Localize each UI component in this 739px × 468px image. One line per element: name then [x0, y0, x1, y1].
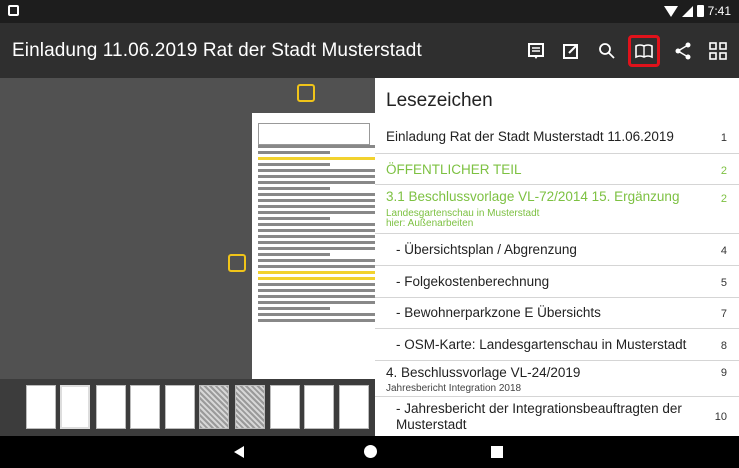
- share-icon[interactable]: [667, 35, 699, 67]
- page-thumbnail[interactable]: [304, 385, 334, 429]
- bookmark-page-number: 5: [720, 277, 727, 289]
- clock: 7:41: [707, 4, 731, 18]
- home-icon[interactable]: [364, 445, 377, 458]
- bookmark-page-number: 2: [720, 193, 727, 205]
- bookmark-page-number: 8: [720, 340, 727, 352]
- bookmark-subtitle: hier: Außenarbeiten: [386, 218, 474, 229]
- bookmark-item[interactable]: 4. Beschlussvorlage VL-24/2019 Jahresber…: [375, 361, 739, 397]
- note-annotation-icon[interactable]: [228, 254, 246, 272]
- page-thumbnail[interactable]: [96, 385, 126, 429]
- battery-icon: [696, 5, 704, 17]
- bookmark-item[interactable]: - Bewohnerparkzone E Übersichts 7: [375, 298, 739, 329]
- bookmark-item[interactable]: ÖFFENTLICHER TEIL 2: [375, 154, 739, 185]
- search-icon[interactable]: [591, 35, 623, 67]
- page-thumbnail-current[interactable]: [60, 385, 90, 429]
- bookmark-item[interactable]: - OSM-Karte: Landesgartenschau in Muster…: [375, 329, 739, 361]
- bookmark-page-number: 2: [720, 165, 727, 177]
- page-thumbnail[interactable]: [270, 385, 300, 429]
- bookmark-subtitle: Jahresbericht Integration 2018: [386, 383, 522, 394]
- bookmark-page-number: 4: [720, 245, 727, 257]
- bookmark-item[interactable]: 3.1 Beschlussvorlage VL-72/2014 15. Ergä…: [375, 185, 739, 234]
- bookmark-item[interactable]: - Jahresbericht der Integrationsbeauftra…: [375, 397, 739, 436]
- bookmark-label: - Folgekostenberechnung: [396, 274, 550, 289]
- bookmark-item[interactable]: Einladung Rat der Stadt Musterstadt 11.0…: [375, 120, 739, 154]
- bookmark-label: Einladung Rat der Stadt Musterstadt 11.0…: [386, 129, 674, 144]
- page-thumbnail[interactable]: [165, 385, 195, 429]
- grid-icon[interactable]: [702, 35, 734, 67]
- page-thumbnail[interactable]: [130, 385, 160, 429]
- page-thumbnail[interactable]: [339, 385, 369, 429]
- bookmark-item[interactable]: - Folgekostenberechnung 5: [375, 266, 739, 298]
- back-icon[interactable]: [234, 446, 244, 458]
- bookmark-item[interactable]: - Übersichtsplan / Abgrenzung 4: [375, 234, 739, 266]
- recent-apps-icon[interactable]: [491, 446, 503, 458]
- page-thumbnail-map[interactable]: [235, 385, 265, 429]
- notes-list-icon[interactable]: [520, 35, 552, 67]
- panel-title: Lesezeichen: [386, 90, 493, 111]
- page-table: [258, 123, 370, 145]
- bookmark-label: - Übersichtsplan / Abgrenzung: [396, 242, 577, 257]
- document-page: [252, 113, 375, 383]
- bookmark-page-number: 10: [714, 411, 727, 423]
- page-thumbnail-strip[interactable]: [0, 379, 375, 436]
- page-thumbnail[interactable]: [26, 385, 56, 429]
- status-icons: 7:41: [663, 4, 731, 18]
- notification-icon: [8, 5, 19, 16]
- app-bar: Einladung 11.06.2019 Rat der Stadt Muste…: [0, 23, 739, 78]
- bookmark-page-number: 1: [720, 132, 727, 144]
- system-nav-bar: [0, 436, 739, 468]
- wifi-icon: [663, 5, 678, 17]
- page-thumbnail-map[interactable]: [199, 385, 229, 429]
- bookmark-label: 4. Beschlussvorlage VL-24/2019: [386, 365, 581, 380]
- bookmarks-icon[interactable]: [628, 35, 660, 67]
- bookmark-label: 3.1 Beschlussvorlage VL-72/2014 15. Ergä…: [386, 189, 680, 204]
- document-viewer[interactable]: [0, 78, 375, 383]
- document-title: Einladung 11.06.2019 Rat der Stadt Muste…: [12, 40, 422, 61]
- bookmark-page-number: 9: [720, 367, 727, 379]
- status-bar: 7:41: [0, 0, 739, 23]
- page-text-lines: [258, 145, 375, 325]
- edit-icon[interactable]: [555, 35, 587, 67]
- bookmarks-panel: Lesezeichen Einladung Rat der Stadt Must…: [375, 78, 739, 436]
- bookmark-label: - Jahresbericht der Integrationsbeauftra…: [396, 401, 682, 432]
- note-annotation-icon[interactable]: [297, 84, 315, 102]
- bookmark-page-number: 7: [720, 308, 727, 320]
- signal-icon: [681, 5, 693, 17]
- bookmark-label: - Bewohnerparkzone E Übersichts: [396, 305, 601, 320]
- bookmark-label: - OSM-Karte: Landesgartenschau in Muster…: [396, 337, 687, 352]
- bookmark-label: ÖFFENTLICHER TEIL: [386, 162, 522, 177]
